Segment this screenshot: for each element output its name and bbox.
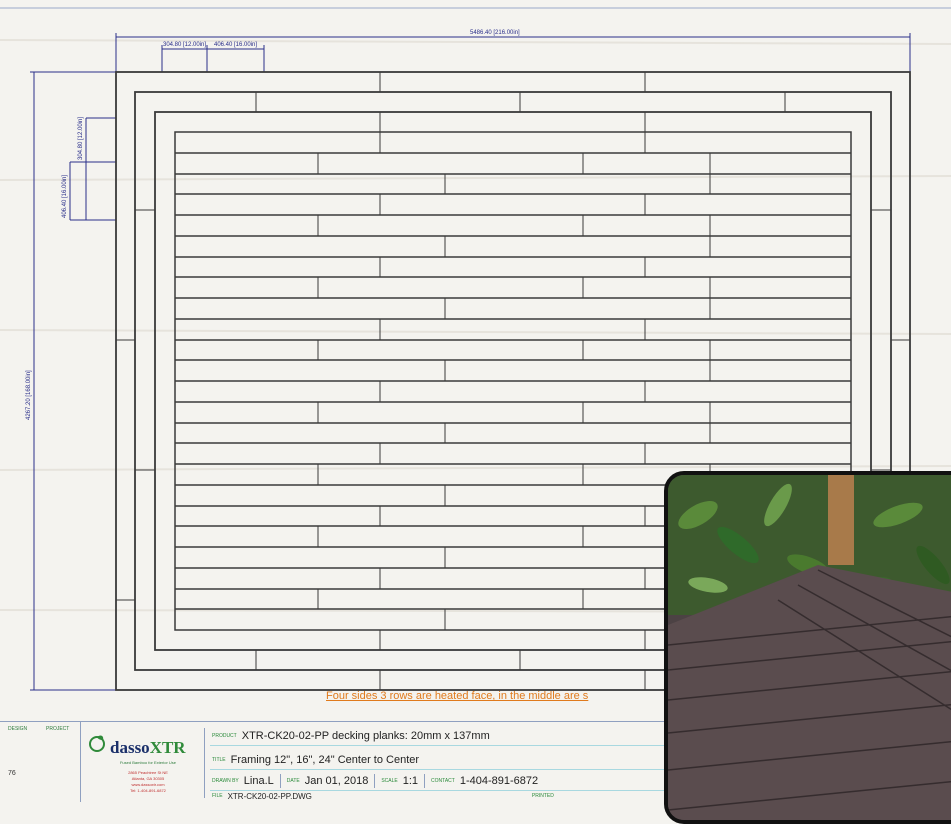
title-row: TITLE Framing 12", 16", 24" Center to Ce…: [212, 752, 419, 768]
drawn-row: DRAWN BY Lina.L DATE Jan 01, 2018 SCALE …: [212, 773, 538, 789]
titleblock-left-column: DESIGN PROJECT 76: [0, 722, 81, 802]
logo-accent: XTR: [149, 738, 186, 757]
dim-overall-width: 5486.40 [216.00in]: [470, 30, 520, 36]
product-value: XTR-CK20-02-PP decking planks: 20mm x 13…: [241, 730, 490, 742]
divider: [374, 774, 376, 788]
deck-photo: [664, 471, 951, 824]
sheet-mark: 76: [8, 770, 16, 777]
row-divider: [210, 745, 670, 746]
scale-value: 1:1: [402, 775, 419, 787]
file-label: FILE: [212, 793, 223, 799]
divider: [279, 774, 281, 788]
date-value: Jan 01, 2018: [304, 775, 369, 787]
dim-spacing-16: 406.40 [16.00in]: [214, 42, 257, 48]
logo-contact: 2865 Peachtree St NE Atlanta, GA 30305 w…: [108, 770, 188, 794]
contact-line: Tel: 1-404-891-6872: [130, 788, 166, 793]
design-label: DESIGN: [8, 726, 28, 732]
title-value: Framing 12", 16", 24" Center to Center: [230, 754, 420, 766]
dim-v-spacing-12: 304.80 [12.00in]: [78, 117, 84, 160]
row-divider: [210, 769, 670, 770]
title-label: TITLE: [212, 757, 226, 763]
file-value: XTR-CK20-02-PP.DWG: [227, 791, 312, 801]
company-logo: dassoXTR Fused Bamboo for Exterior Use 2…: [88, 728, 205, 798]
product-row: PRODUCT XTR-CK20-02-PP decking planks: 2…: [212, 728, 490, 744]
drawn-label: DRAWN BY: [212, 778, 239, 784]
deck-photo-image: [668, 475, 951, 820]
contact-label: CONTACT: [431, 778, 455, 784]
layout-note: Four sides 3 rows are heated face, in th…: [326, 690, 589, 702]
date-label: DATE: [286, 778, 300, 784]
divider: [424, 774, 426, 788]
scale-label: SCALE: [381, 778, 398, 784]
drawn-value: Lina.L: [243, 775, 274, 787]
file-row: FILE XTR-CK20-02-PP.DWG PRINTED: [212, 790, 559, 802]
dim-spacing-12: 304.80 [12.00in]: [163, 42, 206, 48]
dim-v-spacing-16: 406.40 [16.00in]: [62, 175, 68, 218]
printed-label: PRINTED: [531, 793, 554, 799]
dim-overall-height: 4267.20 [168.00in]: [26, 370, 32, 420]
wooden-post: [828, 475, 854, 565]
product-label: PRODUCT: [212, 733, 237, 739]
logo-tagline: Fused Bamboo for Exterior Use: [119, 760, 177, 765]
logo-wordmark: dassoXTR: [110, 738, 186, 758]
logo-brand: dasso: [110, 738, 150, 757]
contact-value: 1-404-891-6872: [459, 775, 539, 787]
dasso-leaf-logo-icon: [89, 735, 105, 752]
project-label: PROJECT: [46, 726, 70, 732]
